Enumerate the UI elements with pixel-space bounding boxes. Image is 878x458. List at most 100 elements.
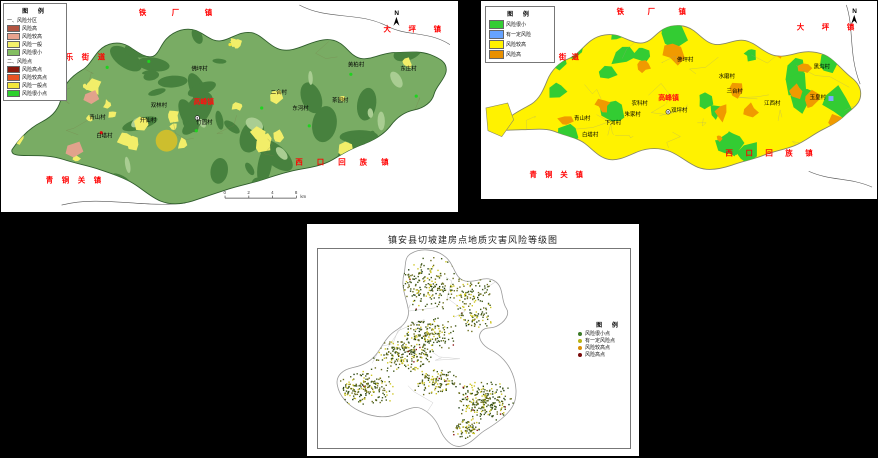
- hazard-point: [379, 347, 380, 348]
- hazard-point: [414, 339, 415, 340]
- hazard-point: [478, 313, 479, 314]
- hazard-point: [474, 385, 475, 386]
- hazard-point: [438, 295, 439, 296]
- hazard-point: [428, 361, 429, 362]
- hazard-point: [356, 385, 357, 386]
- hazard-point: [470, 297, 471, 298]
- hazard-point: [486, 411, 487, 412]
- legend-item: 风险很小点: [578, 331, 640, 337]
- hazard-point: [441, 332, 442, 333]
- hazard-point: [478, 292, 479, 293]
- hazard-point: [479, 422, 480, 423]
- hazard-point: [452, 383, 453, 384]
- hazard-point: [442, 391, 443, 392]
- hazard-point: [445, 261, 446, 262]
- hazard-point: [377, 385, 378, 386]
- hazard-point: [477, 315, 478, 316]
- hazard-point: [399, 293, 400, 294]
- hazard-point: [474, 395, 475, 396]
- hazard-point: [464, 385, 465, 386]
- legend-item: 风险很小点: [7, 90, 63, 97]
- hazard-point: [448, 372, 449, 373]
- hazard-point: [422, 258, 423, 259]
- hazard-point: [512, 402, 513, 403]
- hazard-point: [421, 352, 422, 353]
- hazard-point: [371, 369, 372, 370]
- hazard-point: [415, 310, 416, 311]
- hazard-point: [487, 393, 488, 394]
- hazard-point: [429, 279, 430, 280]
- hazard-point: [450, 289, 451, 290]
- hazard-point: [468, 421, 469, 422]
- hazard-point: [419, 324, 420, 325]
- hazard-point: [405, 274, 406, 275]
- hazard-point: [484, 287, 485, 288]
- hazard-point: [464, 309, 465, 310]
- hazard-point: [470, 410, 471, 411]
- hazard-point: [376, 349, 377, 350]
- legend-item: 风险较高点: [578, 345, 640, 351]
- hazard-point: [371, 381, 372, 382]
- hazard-point: [484, 313, 485, 314]
- hazard-point: [430, 340, 431, 341]
- hazard-point: [441, 377, 442, 378]
- hazard-point: [476, 402, 477, 403]
- hazard-point: [452, 278, 453, 279]
- hazard-point: [470, 425, 471, 426]
- hazard-point: [494, 402, 495, 403]
- hazard-point: [463, 307, 464, 308]
- hazard-point: [479, 324, 480, 325]
- hazard-point: [475, 427, 476, 428]
- hazard-point: [468, 405, 469, 406]
- hazard-point: [438, 333, 439, 334]
- hazard-point: [489, 305, 490, 306]
- hazard-point: [413, 294, 414, 295]
- hazard-point: [448, 333, 449, 334]
- hazard-point: [477, 402, 478, 403]
- hazard-point: [461, 291, 462, 292]
- hazard-point: [450, 332, 451, 333]
- hazard-point: [408, 347, 409, 348]
- hazard-point: [441, 372, 442, 373]
- hazard-point: [500, 391, 501, 392]
- hazard-point: [417, 328, 418, 329]
- hazard-point: [461, 401, 462, 402]
- legend-swatch: [489, 40, 504, 49]
- legend-item: 风险很小: [7, 49, 63, 56]
- hazard-point: [429, 287, 430, 288]
- hazard-point: [457, 288, 458, 289]
- admin-boundary-line: [379, 184, 395, 189]
- legend-item: 风险较高点: [7, 74, 63, 81]
- hazard-point: [466, 427, 467, 428]
- hazard-point: [449, 371, 450, 372]
- hazard-point: [412, 356, 413, 357]
- hazard-point: [398, 294, 399, 295]
- class-patch: [16, 121, 27, 134]
- hazard-point: [461, 314, 462, 315]
- point-feature: [415, 95, 418, 98]
- hazard-point: [483, 295, 484, 296]
- hazard-point: [413, 264, 414, 265]
- hazard-point: [428, 378, 429, 379]
- hazard-point: [474, 315, 475, 316]
- hazard-point: [477, 297, 478, 298]
- hazard-point: [376, 343, 377, 344]
- hazard-point: [473, 278, 474, 279]
- hazard-point: [407, 356, 408, 357]
- hazard-point: [441, 258, 442, 259]
- county-map-legend: 图 例风险很小点有一定风险点风险较高点风险高点: [575, 318, 643, 361]
- legend-item-label: 风险很小: [506, 22, 526, 28]
- hazard-point: [403, 343, 404, 344]
- hazard-point: [414, 279, 415, 280]
- hazard-point: [486, 317, 487, 318]
- hazard-point: [373, 347, 374, 348]
- hazard-point: [500, 386, 501, 387]
- hazard-point: [442, 338, 443, 339]
- hazard-point: [348, 381, 349, 382]
- hazard-point: [381, 354, 382, 355]
- hazard-point: [440, 275, 441, 276]
- hazard-point: [423, 394, 424, 395]
- hazard-point: [439, 293, 440, 294]
- hazard-point: [398, 353, 399, 354]
- map-label: 下河村: [605, 119, 622, 127]
